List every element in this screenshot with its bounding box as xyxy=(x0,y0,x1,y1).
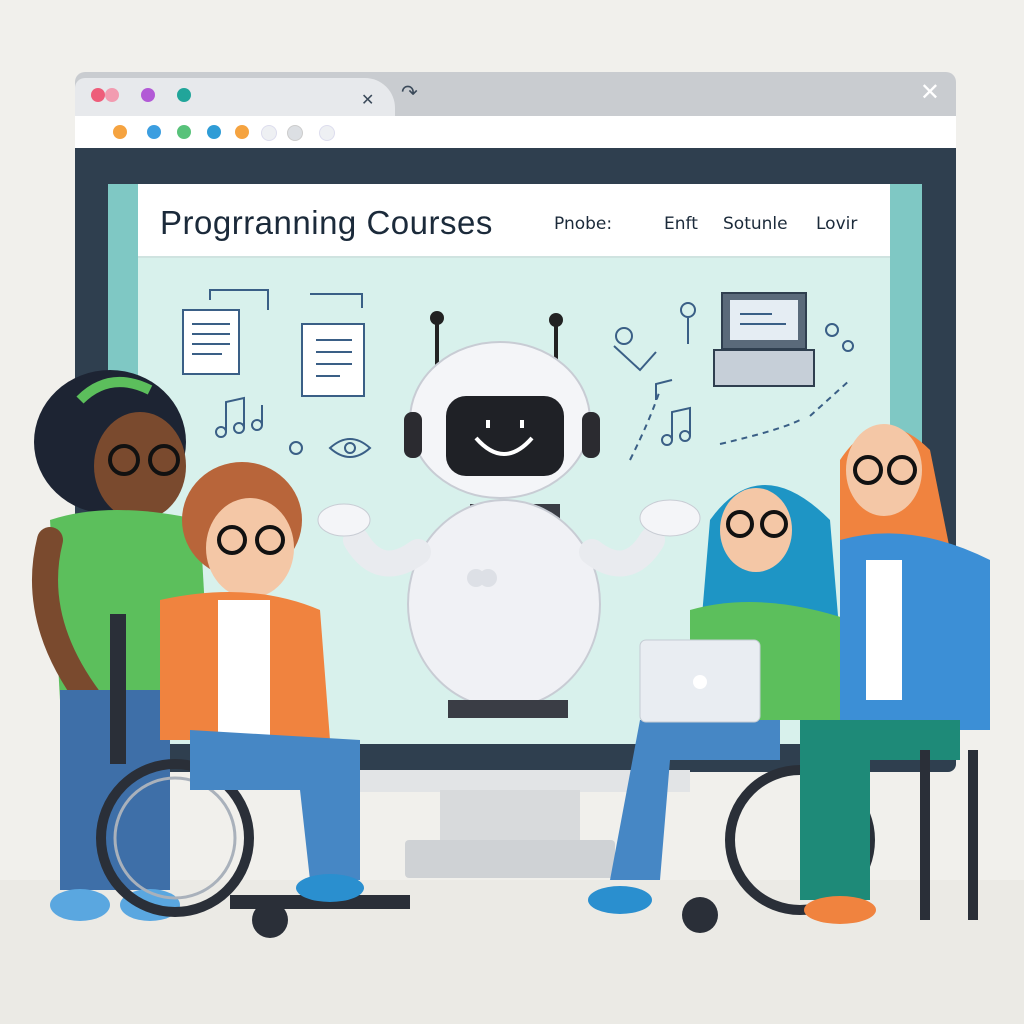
eye-icon xyxy=(289,438,372,458)
arrow-icon xyxy=(629,379,851,461)
document-icon xyxy=(182,289,269,375)
illustration-layer xyxy=(32,289,990,938)
laptop-icon xyxy=(713,292,815,387)
notebook-icon xyxy=(301,293,365,397)
